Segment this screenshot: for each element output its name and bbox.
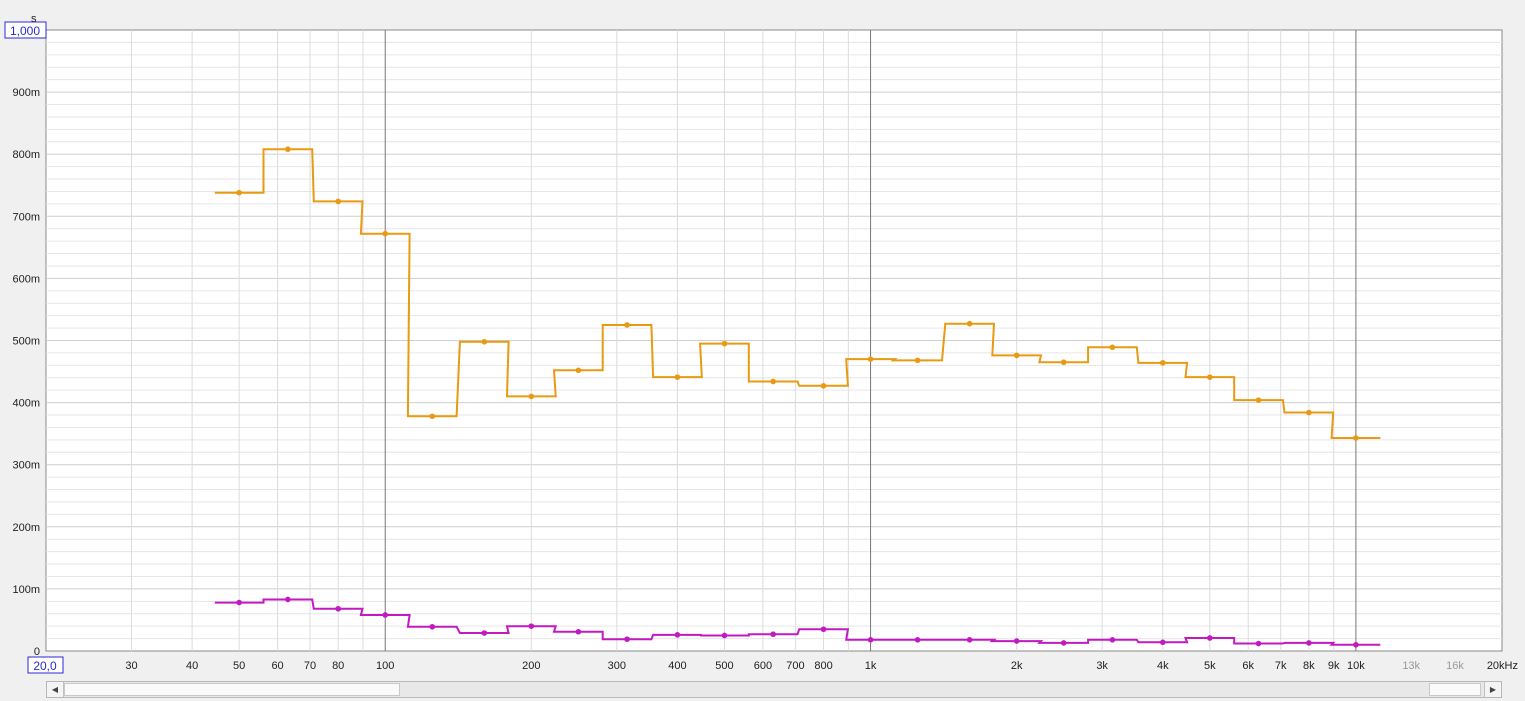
series-rt60-point: [721, 340, 728, 347]
rt60-chart: 100m 200m 300m 400m 500m 600m 700m 800m 900m 0 30…: [4, 13, 1518, 674]
series-low-point: [770, 631, 776, 638]
x-tick-label: 5k: [1204, 660, 1216, 672]
series-low-point: [236, 599, 242, 606]
x-tick-label: 700: [786, 660, 804, 672]
x-tick-label: 30: [125, 660, 137, 672]
series-rt60-point: [335, 198, 341, 205]
series-rt60-point: [481, 338, 488, 345]
series-low-point: [624, 636, 630, 643]
x-tick-label: 800: [814, 660, 832, 672]
y-tick-label: 700m: [12, 211, 40, 223]
y-tick-label: 900m: [12, 87, 40, 99]
y-tick-label: 800m: [12, 149, 40, 161]
series-rt60-point: [1109, 344, 1116, 351]
x-tick-label: 16k: [1446, 660, 1464, 672]
x-tick-label: 60: [271, 660, 283, 672]
x-tick-label: 50: [233, 660, 245, 672]
x-min-label: 20,0: [33, 659, 57, 673]
series-rt60-point: [575, 367, 582, 374]
y-max-label: 1,000: [10, 24, 40, 38]
x-tick-label: 8k: [1303, 660, 1315, 672]
x-tick-label: 13k: [1402, 660, 1420, 672]
x-tick-label: 9k: [1328, 660, 1340, 672]
x-tick-label: 400: [668, 660, 686, 672]
series-low-point: [285, 596, 291, 603]
x-tick-label: 500: [715, 660, 733, 672]
series-low-point: [966, 637, 973, 643]
x-tick-label: 6k: [1242, 660, 1254, 672]
series-rt60-point: [1060, 359, 1067, 366]
series-rt60-point: [1306, 409, 1312, 416]
series-rt60-point: [1207, 374, 1213, 380]
series-low-point: [721, 632, 728, 639]
y-tick-label: 500m: [12, 336, 40, 348]
x-tick-label: 10k: [1347, 660, 1365, 672]
series-low-point: [528, 623, 535, 629]
scrollbar-thumb[interactable]: [64, 683, 400, 696]
y-tick-label: 600m: [12, 273, 40, 285]
triangle-right-icon: ▶: [1489, 685, 1497, 694]
series-low-point: [335, 605, 341, 612]
series-rt60-point: [966, 320, 973, 327]
series-low-point: [481, 630, 488, 636]
x-tick-label: 20kHz: [1487, 660, 1518, 672]
series-low-point: [1060, 640, 1067, 646]
series-low-point: [429, 623, 436, 630]
x-tick-label: 100: [376, 660, 394, 672]
series-low-point: [1255, 640, 1262, 647]
x-tick-label: 4k: [1157, 660, 1169, 672]
x-tick-label: 1k: [865, 660, 877, 672]
series-rt60-point: [429, 413, 436, 420]
series-rt60-point: [1013, 352, 1020, 359]
series-low-point: [1013, 638, 1020, 644]
y-tick-label: 200m: [12, 522, 40, 534]
x-tick-label: 80: [332, 660, 344, 672]
x-tick-label: 7k: [1275, 660, 1287, 672]
series-rt60-point: [285, 146, 291, 153]
series-rt60-point: [528, 393, 535, 400]
x-tick-label: 300: [608, 660, 626, 672]
scroll-right-button[interactable]: ▶: [1484, 682, 1501, 697]
x-tick-label: 40: [186, 660, 198, 672]
series-rt60-point: [236, 189, 242, 196]
x-axis: 30 40 50 60 70 80 100 200 300 400 500 600 700 800 1k 2k…: [125, 660, 1518, 672]
series-low-point: [575, 628, 582, 635]
horizontal-scrollbar[interactable]: ◀ ▶: [46, 681, 1502, 698]
series-low-point: [914, 637, 921, 643]
series-rt60-point: [624, 322, 630, 328]
x-tick-label: 3k: [1096, 660, 1108, 672]
y-tick-label: 300m: [12, 460, 40, 472]
series-rt60-point: [674, 374, 681, 380]
scroll-left-button[interactable]: ◀: [47, 682, 64, 697]
series-rt60-point: [1353, 435, 1359, 441]
series-rt60-point: [382, 230, 389, 237]
series-low-point: [1159, 639, 1166, 646]
series-rt60-point: [914, 357, 921, 364]
series-low-point: [382, 612, 389, 618]
x-tick-label: 70: [304, 660, 316, 672]
series-low-point: [1109, 637, 1116, 643]
series-low-point: [1353, 641, 1359, 648]
series-low-point: [1207, 635, 1213, 641]
y-tick-label: 400m: [12, 398, 40, 410]
series-rt60-point: [867, 356, 874, 362]
series-rt60-point: [820, 383, 827, 389]
series-rt60-point: [1255, 397, 1262, 403]
triangle-left-icon: ◀: [51, 685, 59, 694]
series-low-point: [1306, 640, 1312, 646]
x-tick-label: 200: [522, 660, 540, 672]
y-tick-label: 0: [34, 646, 40, 658]
series-low-point: [820, 626, 827, 633]
scrollbar-thumb-end[interactable]: [1429, 683, 1481, 696]
series-rt60-point: [770, 378, 776, 385]
series-low-point: [867, 637, 874, 643]
y-tick-label: 100m: [12, 584, 40, 596]
series-rt60-point: [1159, 360, 1166, 366]
series-low-point: [674, 632, 681, 638]
x-tick-label: 600: [754, 660, 772, 672]
x-tick-label: 2k: [1011, 660, 1023, 672]
y-axis: 100m 200m 300m 400m 500m 600m 700m 800m 900m 0: [12, 87, 40, 658]
